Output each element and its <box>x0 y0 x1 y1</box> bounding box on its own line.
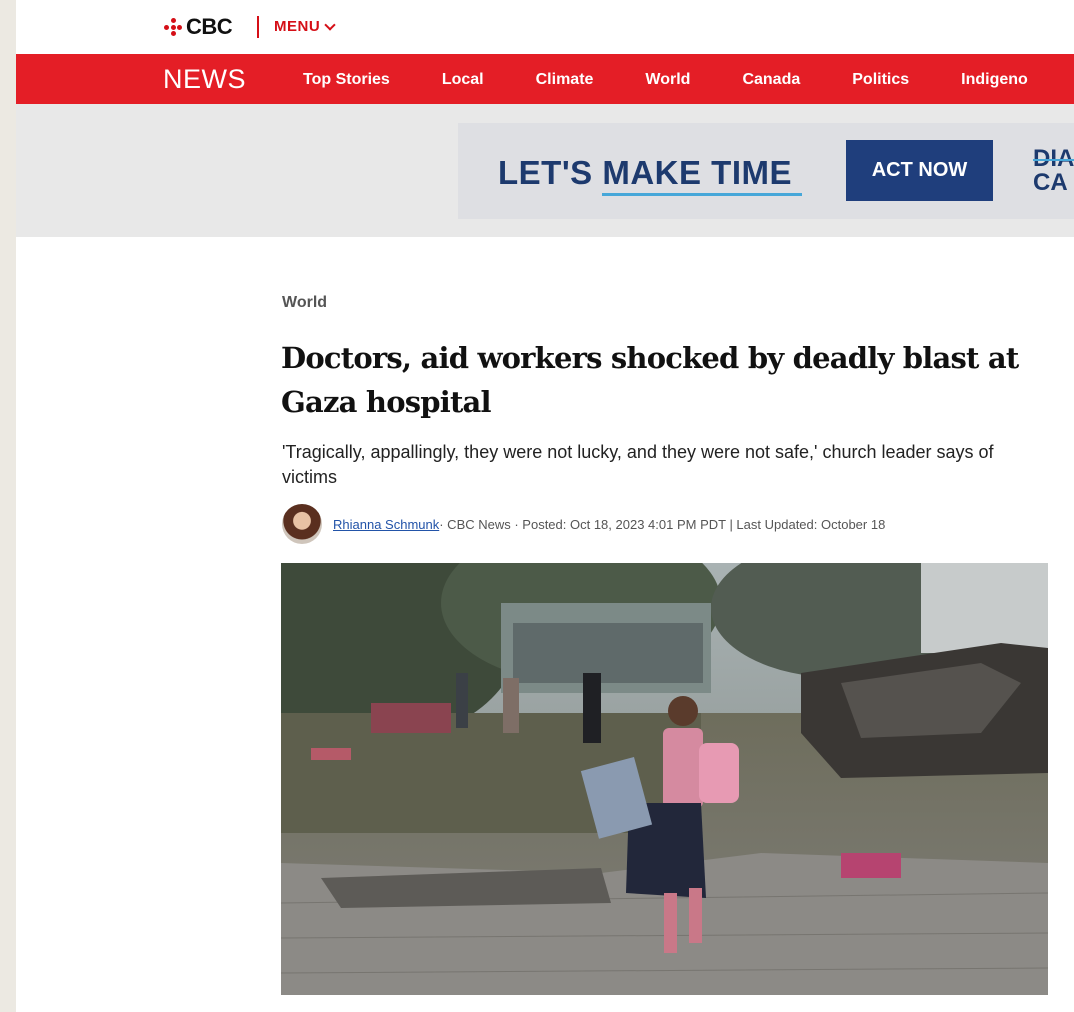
chevron-down-icon <box>324 18 336 31</box>
author-avatar <box>282 504 322 544</box>
menu-button[interactable]: MENU <box>274 18 336 35</box>
cbc-logo[interactable]: CBC <box>164 14 233 40</box>
section-label[interactable]: World <box>282 294 327 312</box>
news-brand-link[interactable]: NEWS <box>163 64 246 95</box>
byline: Rhianna Schmunk · CBC News · Posted: Oct… <box>282 504 885 544</box>
nav-item-politics[interactable]: Politics <box>852 71 909 89</box>
nav-item-climate[interactable]: Climate <box>536 71 594 89</box>
nav-item-local[interactable]: Local <box>442 71 484 89</box>
article-meta: · CBC News · Posted: Oct 18, 2023 4:01 P… <box>439 516 886 532</box>
news-nav-bar: NEWS Top Stories Local Climate World Can… <box>16 54 1074 104</box>
ad-logo-line2: CA <box>1033 169 1068 196</box>
article-headline: Doctors, aid workers shocked by deadly b… <box>281 341 1019 419</box>
article-photo <box>281 563 1048 995</box>
nav-item-top-stories[interactable]: Top Stories <box>303 71 390 89</box>
ad-band: LET'S MAKE TIME ACT NOW DIA CA <box>16 104 1074 237</box>
nav-items: Top Stories Local Climate World Canada P… <box>303 71 1074 89</box>
ad-underline <box>602 193 802 196</box>
nav-item-canada[interactable]: Canada <box>742 71 800 89</box>
top-bar: CBC MENU <box>16 0 1074 54</box>
logo-text: CBC <box>186 14 233 39</box>
page: CBC MENU NEWS Top Stories Local Climate … <box>16 0 1074 1012</box>
header-divider <box>257 16 259 38</box>
author-link[interactable]: Rhianna Schmunk <box>333 517 439 532</box>
ad-act-now-button[interactable]: ACT NOW <box>846 140 993 201</box>
article-dek: 'Tragically, appallingly, they were not … <box>282 442 994 487</box>
ad-banner[interactable]: LET'S MAKE TIME ACT NOW DIA CA <box>458 123 1074 219</box>
ad-logo: DIA CA <box>1033 147 1074 195</box>
nav-item-world[interactable]: World <box>645 71 690 89</box>
ad-headline: LET'S MAKE TIME <box>498 154 793 191</box>
menu-label: MENU <box>274 18 321 35</box>
nav-item-indigenous[interactable]: Indigeno <box>961 71 1028 89</box>
cbc-gem-icon <box>164 18 182 36</box>
